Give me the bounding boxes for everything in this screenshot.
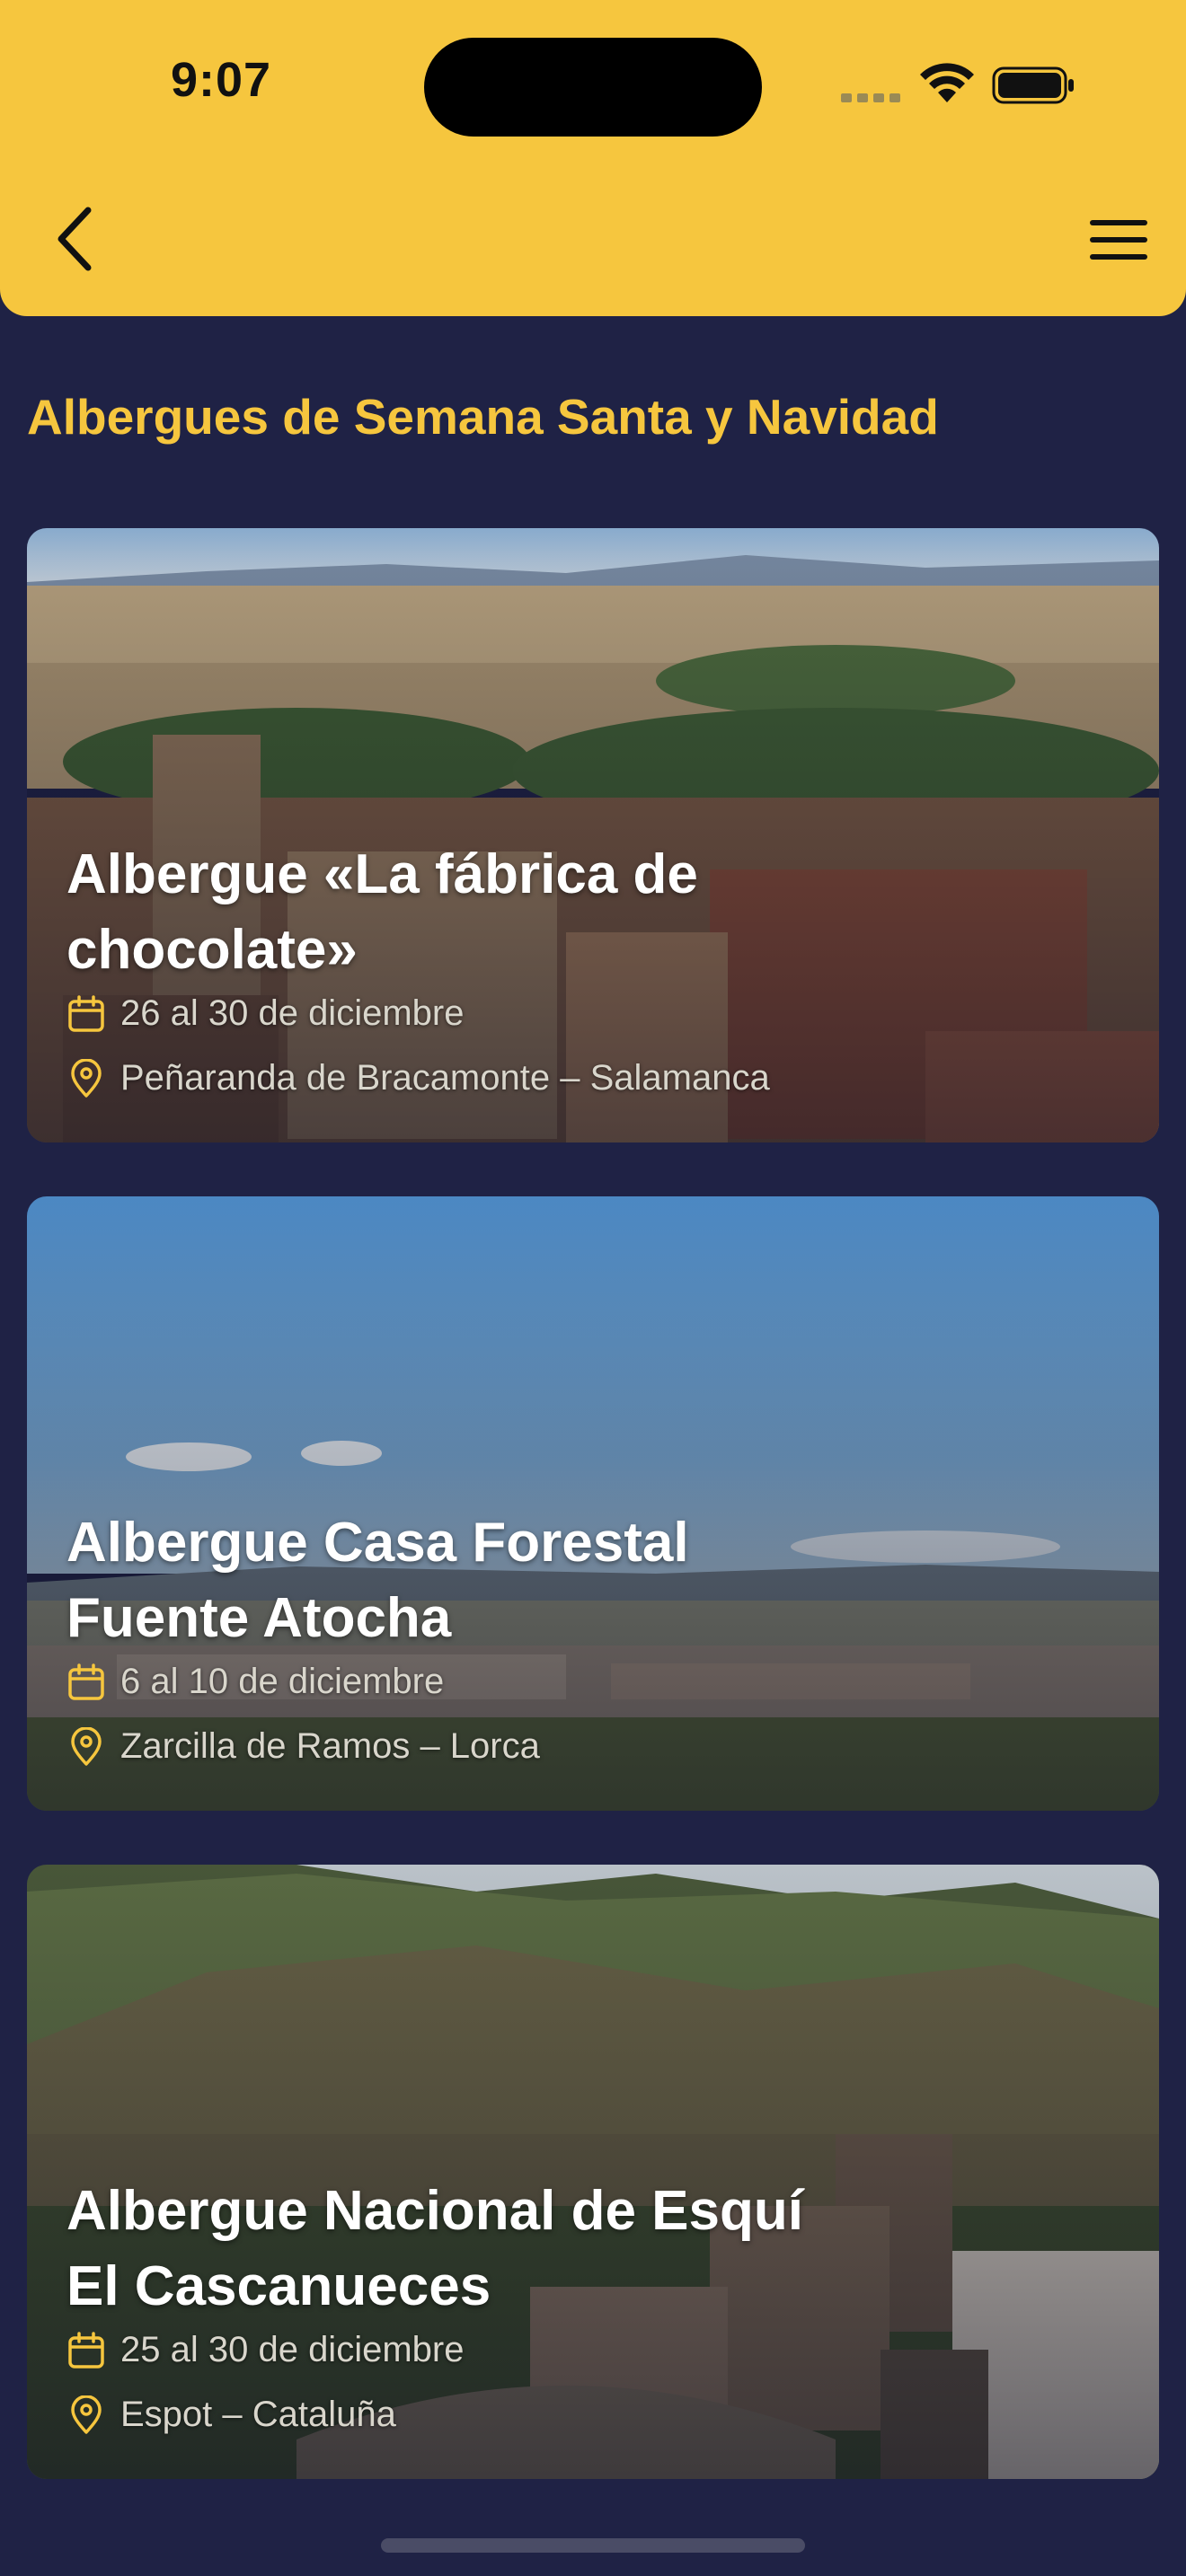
back-button[interactable] (45, 203, 108, 275)
hostel-card[interactable]: Albergue Casa Forestal Fuente Atocha 6 a… (27, 1196, 1159, 1811)
hostel-location: Peñaranda de Bracamonte – Salamanca (66, 1058, 770, 1098)
menu-button[interactable] (1087, 217, 1150, 262)
hostel-location-text: Peñaranda de Bracamonte – Salamanca (120, 1058, 770, 1098)
chevron-left-icon (58, 207, 92, 271)
image-overlay (27, 528, 1159, 1142)
map-pin-icon (71, 1726, 102, 1766)
hostel-dates-text: 6 al 10 de diciembre (120, 1662, 445, 1701)
hostel-card[interactable]: Albergue Nacional de Esquí El Cascanuece… (27, 1865, 1159, 2479)
calendar-icon (68, 2331, 104, 2369)
image-overlay (27, 1196, 1159, 1811)
dynamic-island (424, 38, 762, 137)
hostel-title-line: chocolate» (66, 919, 358, 981)
battery-icon (992, 66, 1074, 104)
hostel-title-line: El Cascanueces (66, 2255, 491, 2317)
hostel-location-text: Zarcilla de Ramos – Lorca (120, 1726, 540, 1766)
status-time: 9:07 (171, 53, 272, 107)
hostel-title-line: Albergue Nacional de Esquí (66, 2180, 803, 2242)
hostel-dates-text: 26 al 30 de diciembre (120, 993, 465, 1033)
hostel-dates-text: 25 al 30 de diciembre (120, 2330, 465, 2369)
hostel-title-line: Albergue «La fábrica de (66, 843, 698, 905)
hostel-title: Albergue Nacional de Esquí El Cascanuece… (66, 2174, 875, 2325)
image-overlay (27, 1865, 1159, 2479)
calendar-icon (68, 994, 104, 1032)
wifi-icon (920, 63, 974, 102)
hostel-title-line: Fuente Atocha (66, 1587, 452, 1649)
map-pin-icon (71, 2395, 102, 2434)
app-screen: 9:07 Albergues de Semana Santa y Navidad (0, 0, 1186, 2576)
home-indicator[interactable] (381, 2538, 805, 2553)
cellular-signal-icon (841, 93, 902, 102)
hostel-location: Espot – Cataluña (66, 2395, 396, 2435)
hostel-title: Albergue Casa Forestal Fuente Atocha (66, 1505, 875, 1656)
hostel-location-text: Espot – Cataluña (120, 2395, 396, 2434)
hostel-card[interactable]: Albergue «La fábrica de chocolate» 26 al… (27, 528, 1159, 1142)
section-title: Albergues de Semana Santa y Navidad (27, 389, 939, 445)
hostel-dates: 26 al 30 de diciembre (66, 993, 464, 1034)
top-app-bar: 9:07 (0, 0, 1186, 316)
calendar-icon (68, 1663, 104, 1700)
hostel-dates: 25 al 30 de diciembre (66, 2330, 464, 2370)
hostel-title-line: Albergue Casa Forestal (66, 1512, 689, 1574)
map-pin-icon (71, 1058, 102, 1098)
hostel-dates: 6 al 10 de diciembre (66, 1662, 444, 1702)
hostel-title: Albergue «La fábrica de chocolate» (66, 837, 875, 988)
hamburger-menu-icon (1090, 220, 1147, 260)
hostel-location: Zarcilla de Ramos – Lorca (66, 1726, 540, 1767)
